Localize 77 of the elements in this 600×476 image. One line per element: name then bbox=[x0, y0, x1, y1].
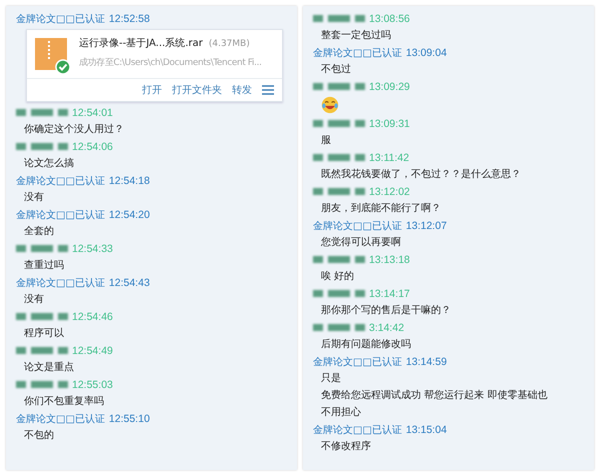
message-text: 服 bbox=[320, 134, 332, 148]
blurred-name bbox=[313, 120, 365, 128]
message-text: 不包过 bbox=[320, 62, 352, 77]
blurred-name bbox=[16, 380, 68, 388]
sender-name: 金牌论文□□已认证 bbox=[16, 174, 105, 188]
message-text: 查重过吗 bbox=[23, 258, 65, 273]
message-text: 你确定这个没人用过？ bbox=[23, 122, 125, 137]
laughing-emoji-icon bbox=[321, 96, 339, 114]
blurred-name bbox=[16, 312, 68, 320]
message-text: 程序可以 bbox=[23, 326, 65, 341]
message-time: 12:54:18 bbox=[108, 174, 150, 186]
message-time: 13:15:04 bbox=[406, 424, 447, 436]
message-text: 唉 好的 bbox=[320, 270, 356, 284]
blurred-name bbox=[313, 256, 365, 264]
message-text: 论文是重点 bbox=[23, 360, 75, 375]
message-time: 12:54:06 bbox=[72, 140, 113, 152]
message-time: 3:14:42 bbox=[369, 322, 404, 334]
sender-name: 金牌论文□□已认证 bbox=[16, 208, 105, 222]
blurred-name bbox=[313, 82, 365, 90]
message-text: 您觉得可以再要啊 bbox=[320, 236, 402, 250]
message-text: 你们不包重复率吗 bbox=[23, 394, 105, 409]
message-text: 朋友，到底能不能行了啊？ bbox=[320, 202, 442, 216]
file-action-link[interactable]: 打开 bbox=[142, 83, 162, 97]
message-time: 12:54:49 bbox=[72, 344, 113, 356]
message-time: 13:11:42 bbox=[369, 152, 410, 164]
message-time: 13:09:04 bbox=[406, 46, 447, 58]
blurred-name bbox=[313, 188, 365, 196]
message-text: 不用担心 bbox=[320, 406, 362, 420]
sender-name: 金牌论文□□已认证 bbox=[16, 276, 105, 290]
file-size: (4.37MB) bbox=[208, 39, 250, 49]
message-text: 论文怎么搞 bbox=[23, 156, 75, 171]
message-text: 没有 bbox=[23, 293, 45, 307]
message-text: 不包的 bbox=[23, 429, 55, 443]
blurred-name bbox=[16, 108, 68, 116]
message-time: 13:12:02 bbox=[369, 186, 410, 198]
message-text: 只是 bbox=[320, 372, 342, 386]
sender-name: 金牌论文□□已认证 bbox=[313, 220, 402, 232]
file-action-link[interactable]: 转发 bbox=[232, 83, 252, 97]
message-text: 那你那个写的售后是干嘛的？ bbox=[320, 304, 452, 318]
menu-icon[interactable] bbox=[262, 85, 274, 95]
message-time: 13:08:56 bbox=[369, 12, 410, 24]
message-time: 12:54:20 bbox=[108, 208, 150, 220]
blurred-name bbox=[16, 142, 68, 150]
message-time: 13:09:29 bbox=[369, 80, 410, 92]
message-time: 13:13:18 bbox=[369, 254, 410, 266]
message-time: 12:54:01 bbox=[72, 106, 113, 118]
blurred-name bbox=[313, 154, 365, 162]
sender-name: 金牌论文□□已认证 bbox=[313, 356, 402, 368]
message-text: 整套一定包过吗 bbox=[320, 28, 392, 43]
message-time: 13:14:17 bbox=[369, 288, 410, 300]
message-text: 后期有问题能修改吗 bbox=[320, 338, 412, 352]
file-status: 成功存至C:\Users\ch\Documents\Tencent Fi... bbox=[79, 56, 262, 69]
message-time: 13:09:31 bbox=[369, 118, 410, 130]
message-text: 不修改程序 bbox=[320, 440, 372, 454]
message-time: 13:14:59 bbox=[406, 356, 447, 368]
blurred-name bbox=[16, 346, 68, 354]
message-time: 12:52:58 bbox=[108, 12, 150, 24]
blurred-name bbox=[313, 324, 365, 332]
message-text: 全套的 bbox=[23, 225, 55, 239]
message-time: 12:54:43 bbox=[108, 276, 150, 288]
sender-name: 金牌论文□□已认证 bbox=[313, 46, 402, 60]
message-time: 12:55:10 bbox=[108, 412, 150, 424]
message-time: 12:55:03 bbox=[72, 378, 113, 390]
blurred-name bbox=[313, 290, 365, 298]
message-text: 免费给您远程调试成功 帮您运行起来 即使零基础也 bbox=[320, 388, 548, 403]
blurred-name bbox=[16, 244, 68, 252]
message-time: 13:12:07 bbox=[406, 220, 447, 232]
message-text: 没有 bbox=[23, 191, 45, 205]
sender-name: 金牌论文□□已认证 bbox=[16, 12, 105, 26]
file-action-link[interactable]: 打开文件夹 bbox=[172, 83, 222, 97]
message-time: 12:54:46 bbox=[72, 310, 113, 322]
blurred-name bbox=[313, 14, 365, 22]
message-time: 12:54:33 bbox=[72, 242, 113, 254]
sender-name: 金牌论文□□已认证 bbox=[313, 424, 402, 436]
sender-name: 金牌论文□□已认证 bbox=[16, 412, 105, 426]
file-name: 运行录像--基于JA...系统.rar bbox=[79, 36, 203, 50]
message-text: 既然我花钱要做了，不包过？？是什么意思？ bbox=[320, 168, 522, 182]
